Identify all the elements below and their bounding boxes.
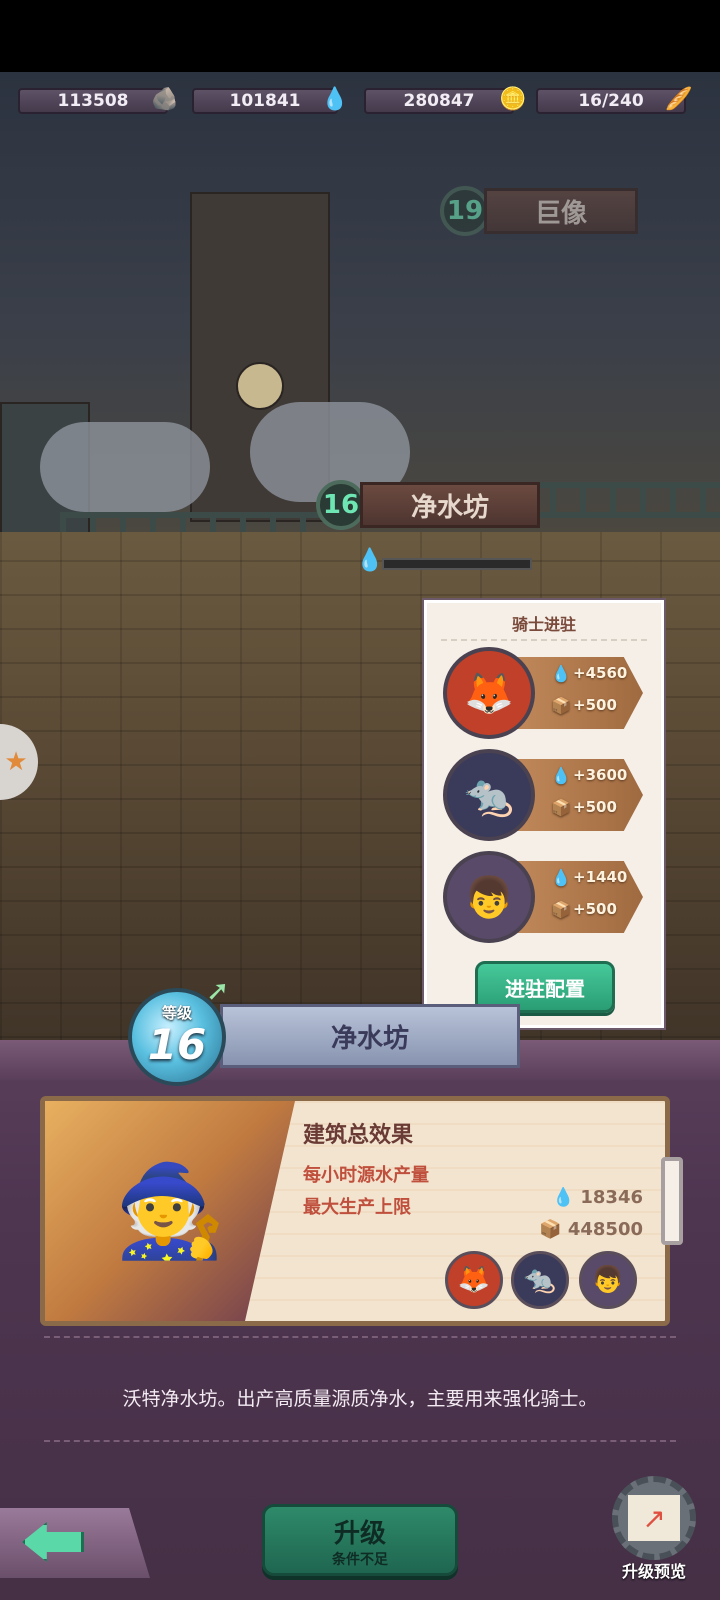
building-keeper-portrait: 🧙 <box>45 1101 295 1321</box>
fence <box>520 482 720 518</box>
status-bar-area <box>0 0 720 72</box>
knight-panel-title: 骑士进驻 <box>511 615 576 634</box>
knight-avatar-fox[interactable]: 🦊 <box>443 647 535 739</box>
building-effect-card: 🧙 建筑总效果 每小时源水产量 💧 18346 最大生产上限 📦 448500 🦊 … <box>40 1096 683 1326</box>
knight-storage-bonus: +500 <box>573 900 617 918</box>
statue-level: 19 <box>440 186 490 236</box>
divider <box>441 639 647 641</box>
divider <box>44 1440 676 1442</box>
water-drop-icon: 💧 <box>551 663 571 683</box>
chart-up-icon: ↗ <box>628 1495 680 1541</box>
cloud <box>40 422 210 512</box>
production-progress-bar <box>382 558 532 570</box>
stone-icon: 🪨 <box>151 86 179 112</box>
knight-slot[interactable]: 👦 💧 +1440 📦 +500 <box>443 851 653 943</box>
statue-name: 巨像 <box>484 188 639 234</box>
building-name-banner: 净水坊 <box>220 1004 520 1068</box>
knight-storage-bonus: +500 <box>573 696 617 714</box>
effect-heading: 建筑总效果 <box>303 1123 414 1148</box>
hourly-production-label: 每小时源水产量 <box>303 1165 429 1186</box>
storage-box-icon: 📦 <box>539 1219 562 1240</box>
resource-water-value: 101841 <box>229 91 301 111</box>
resource-bread-value: 16/240 <box>578 91 644 111</box>
max-capacity-label: 最大生产上限 <box>303 1197 411 1218</box>
water-drop-icon: 💧 <box>321 86 349 112</box>
card-clip <box>661 1157 683 1245</box>
water-building-name: 净水坊 <box>360 482 541 528</box>
building-description: 沃特净水坊。出产高质量源质净水，主要用来强化骑士。 <box>122 1388 598 1410</box>
upgrade-condition: 条件不足 <box>332 1552 388 1568</box>
storage-box-icon: 📦 <box>551 797 571 817</box>
upgrade-preview-label: 升级预览 <box>621 1562 686 1581</box>
water-drop-icon: 💧 <box>551 867 571 887</box>
statue-tag[interactable]: 19 巨像 <box>440 186 639 236</box>
knight-water-bonus: +4560 <box>573 664 628 682</box>
max-capacity-value: 448500 <box>567 1219 643 1240</box>
resource-gold: 280847 <box>364 88 514 114</box>
knight-slot[interactable]: 🐀 💧 +3600 📦 +500 <box>443 749 653 841</box>
star-icon: ★ <box>4 747 28 777</box>
level-up-arrow-icon: ➚ <box>206 974 230 1007</box>
gear-icon: ↗ <box>612 1476 696 1560</box>
bread-icon: 🥖 <box>665 86 693 112</box>
max-capacity-row: 最大生产上限 📦 448500 <box>303 1193 643 1240</box>
back-button[interactable] <box>0 1508 150 1578</box>
water-building-level: 16 <box>316 480 366 530</box>
resource-stone-value: 113508 <box>57 91 129 111</box>
garrison-knight-avatar-fox[interactable]: 🦊 <box>445 1251 503 1309</box>
knight-avatar-boy[interactable]: 👦 <box>443 851 535 943</box>
knight-water-bonus: +1440 <box>573 868 628 886</box>
water-drop-icon: 💧 <box>551 1187 575 1208</box>
upgrade-preview-button[interactable]: ↗ 升级预览 <box>604 1476 704 1584</box>
level-value: 16 <box>147 1020 207 1069</box>
resource-water: 101841 <box>192 88 338 114</box>
knight-avatar-rat[interactable]: 🐀 <box>443 749 535 841</box>
garrison-knight-avatar-boy[interactable]: 👦 <box>579 1251 637 1309</box>
knight-water-bonus: +3600 <box>573 766 628 784</box>
garrison-knight-avatar-rat[interactable]: 🐀 <box>511 1251 569 1309</box>
water-drop-icon: 💧 <box>356 548 384 573</box>
storage-box-icon: 📦 <box>551 695 571 715</box>
divider <box>44 1336 676 1338</box>
gold-coin-icon: 🪙 <box>499 86 527 112</box>
water-building-tag[interactable]: 16 净水坊 <box>316 480 541 530</box>
storage-box-icon: 📦 <box>551 899 571 919</box>
resource-gold-value: 280847 <box>403 91 475 111</box>
hourly-production-value: 18346 <box>580 1187 643 1208</box>
upgrade-button[interactable]: 升级 条件不足 <box>262 1504 458 1576</box>
resource-stone: 113508 <box>18 88 168 114</box>
back-arrow-icon <box>22 1522 84 1562</box>
knight-garrison-panel: 骑士进驻 🦊 💧 +4560 📦 +500 🐀 💧 +3600 📦 +500 👦 💧 +1… <box>424 600 664 1028</box>
water-drop-icon: 💧 <box>551 765 571 785</box>
clock-face <box>236 362 284 410</box>
upgrade-label: 升级 <box>333 1519 386 1549</box>
knight-storage-bonus: +500 <box>573 798 617 816</box>
hourly-production-row: 每小时源水产量 💧 18346 <box>303 1161 643 1208</box>
knight-slot[interactable]: 🦊 💧 +4560 📦 +500 <box>443 647 653 739</box>
